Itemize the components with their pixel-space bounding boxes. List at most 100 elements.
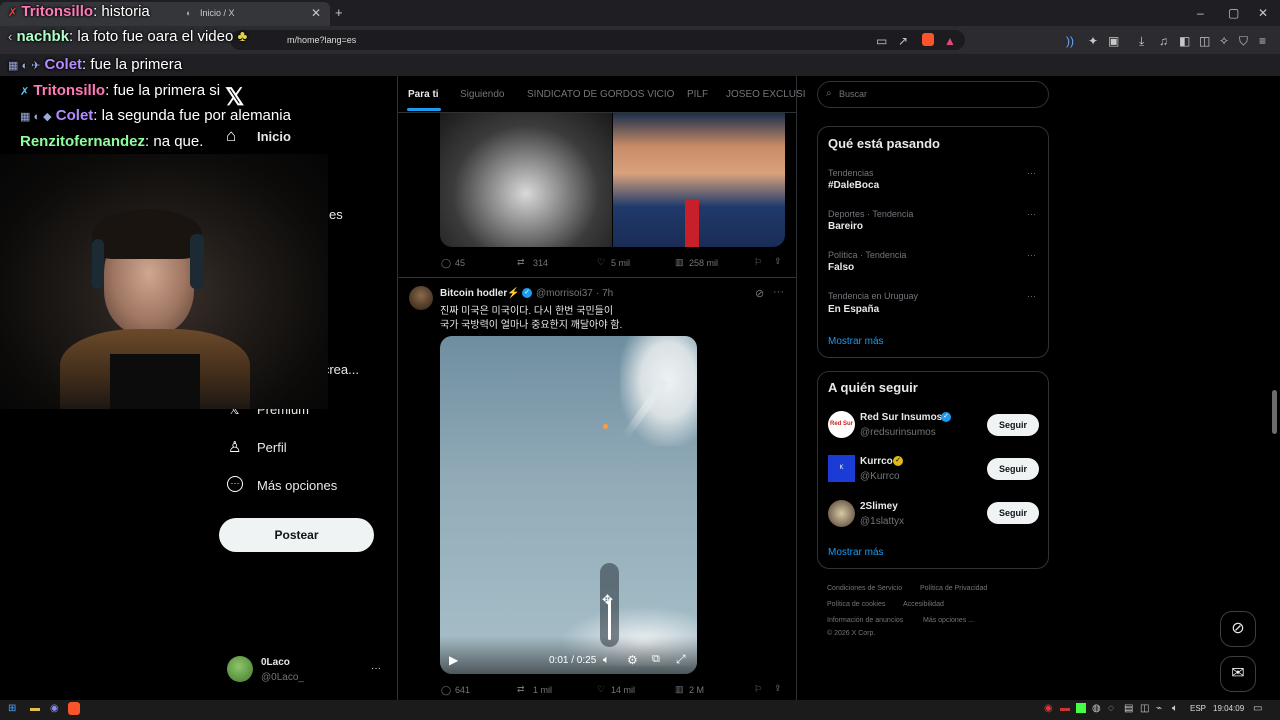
tweet-video[interactable]: [440, 336, 697, 674]
discord-icon[interactable]: ◉: [50, 703, 59, 714]
trend-name[interactable]: En España: [828, 304, 879, 315]
new-tab-button[interactable]: +: [335, 6, 343, 20]
trends-show-more[interactable]: Mostrar más: [828, 336, 884, 347]
fullscreen-icon[interactable]: ⤢: [676, 652, 686, 667]
tab-pilf[interactable]: PILF: [687, 89, 708, 100]
follow-name[interactable]: Red Sur Insumos: [860, 412, 942, 423]
tweet-handle[interactable]: @morrisoi37: [536, 288, 593, 299]
rewards-icon[interactable]: ▲: [944, 34, 956, 48]
pip-icon[interactable]: ⧉: [652, 653, 660, 666]
tweet-author-avatar[interactable]: [409, 286, 433, 310]
tray-icon[interactable]: ◌: [1108, 703, 1114, 714]
maximize-icon[interactable]: ▢: [1228, 6, 1239, 20]
clock[interactable]: 19:04:09: [1213, 704, 1244, 713]
footer-link[interactable]: Condiciones de Servicio: [827, 585, 902, 592]
share-tweet-icon[interactable]: ⇪: [774, 683, 782, 694]
minimize-icon[interactable]: –: [1197, 6, 1204, 20]
views-icon[interactable]: ▥: [675, 257, 684, 268]
settings-icon[interactable]: ⚙: [627, 653, 638, 667]
follow-avatar[interactable]: K: [828, 455, 855, 482]
tray-icon[interactable]: ▬: [1060, 703, 1070, 714]
play-icon[interactable]: ▶: [449, 653, 458, 667]
follow-avatar[interactable]: Red Sur: [828, 411, 855, 438]
input-language[interactable]: ESP: [1190, 704, 1206, 713]
tweet-more-icon[interactable]: ···: [773, 286, 784, 298]
footer-link[interactable]: Más opciones ...: [923, 617, 974, 624]
trend-name[interactable]: Bareiro: [828, 221, 863, 232]
start-icon[interactable]: ⊞: [8, 703, 16, 714]
messages-button-icon[interactable]: ✉: [1220, 656, 1256, 692]
home-icon[interactable]: ⌂: [226, 126, 236, 146]
leo-icon[interactable]: ✧: [1219, 34, 1229, 48]
like-icon[interactable]: ♡: [597, 257, 605, 268]
download-icon[interactable]: ⤓: [1139, 34, 1144, 48]
repost-icon[interactable]: ⇄: [517, 257, 525, 268]
cast-icon[interactable]: ▭: [876, 34, 887, 48]
more-options-icon[interactable]: ···: [227, 476, 243, 492]
follow-name[interactable]: Kurrco: [860, 456, 893, 467]
account-name[interactable]: 0Laco: [261, 657, 290, 668]
volume-tray-icon[interactable]: 🔈︎: [1172, 703, 1178, 714]
follow-button[interactable]: Seguir: [987, 458, 1039, 480]
tray-icon[interactable]: ▤: [1124, 703, 1133, 714]
bookmark-icon[interactable]: ⚐: [754, 684, 762, 695]
nav-more[interactable]: Más opciones: [257, 478, 337, 493]
tweet-image-right[interactable]: [613, 113, 785, 247]
url-text[interactable]: m/home?lang=es: [287, 35, 356, 45]
follow-show-more[interactable]: Mostrar más: [828, 547, 884, 558]
follow-button[interactable]: Seguir: [987, 502, 1039, 524]
reply-icon[interactable]: ◯: [441, 258, 451, 269]
footer-link[interactable]: Información de anuncios: [827, 617, 903, 624]
tweet-time[interactable]: · 7h: [596, 288, 613, 299]
follow-avatar[interactable]: [828, 500, 855, 527]
tab-para-ti[interactable]: Para ti: [408, 89, 439, 100]
vpn-icon[interactable]: ⛉: [1239, 34, 1248, 48]
tab-sindicato[interactable]: SINDICATO DE GORDOS VICIO: [527, 89, 674, 100]
footer-link[interactable]: Accesibilidad: [903, 601, 944, 608]
tray-icon[interactable]: ⌁: [1156, 703, 1162, 714]
sidebar-icon[interactable]: ◧: [1179, 34, 1190, 48]
tray-icon[interactable]: ◉: [1044, 703, 1053, 714]
footer-link[interactable]: Política de Privacidad: [920, 585, 987, 592]
wallet-icon[interactable]: ▣: [1108, 34, 1119, 48]
share-tweet-icon[interactable]: ⇪: [774, 256, 782, 267]
close-tab-icon[interactable]: ✕: [311, 6, 321, 20]
trend-name[interactable]: Falso: [828, 262, 854, 273]
tab-siguiendo[interactable]: Siguiendo: [460, 89, 504, 100]
menu-icon[interactable]: ≡: [1259, 34, 1266, 48]
trend-name[interactable]: #DaleBoca: [828, 180, 879, 191]
search-placeholder[interactable]: Buscar: [839, 89, 867, 99]
volume-icon[interactable]: 🔈︎: [603, 654, 610, 667]
wallet2-icon[interactable]: ◫: [1199, 34, 1210, 48]
trend-more-icon[interactable]: ···: [1027, 168, 1036, 178]
reply-icon[interactable]: ◯: [441, 685, 451, 696]
views-icon[interactable]: ▥: [675, 684, 684, 695]
audio-playing-icon[interactable]: )): [1066, 34, 1074, 48]
profile-icon[interactable]: ♙: [228, 438, 241, 456]
like-icon[interactable]: ♡: [597, 684, 605, 695]
back-arrow-icon[interactable]: ‹: [8, 29, 12, 44]
avatar[interactable]: [227, 656, 253, 682]
trend-more-icon[interactable]: ···: [1027, 250, 1036, 260]
grok-button-icon[interactable]: ⊘: [1220, 611, 1256, 647]
nav-home[interactable]: Inicio: [257, 129, 291, 144]
grok-icon[interactable]: ⊘: [755, 287, 764, 300]
trend-more-icon[interactable]: ···: [1027, 209, 1036, 219]
tray-icon[interactable]: ◫: [1140, 703, 1149, 714]
share-icon[interactable]: ↗: [898, 34, 908, 48]
tray-icon[interactable]: ◍: [1092, 703, 1101, 714]
brave-shield-icon[interactable]: [922, 33, 934, 46]
follow-name[interactable]: 2Slimey: [860, 501, 898, 512]
bookmark-icon[interactable]: ⚐: [754, 257, 762, 268]
notifications-icon[interactable]: ▭: [1253, 703, 1262, 714]
nav-profile[interactable]: Perfil: [257, 440, 287, 455]
tray-icon[interactable]: [1076, 703, 1086, 713]
extensions-icon[interactable]: ✦: [1088, 34, 1098, 48]
footer-link[interactable]: Política de cookies: [827, 601, 885, 608]
page-scrollbar[interactable]: [1272, 390, 1277, 434]
account-menu-icon[interactable]: ···: [371, 663, 381, 674]
tab-joseo[interactable]: JOSEO EXCLUSI: [726, 89, 805, 100]
audio-icon[interactable]: ◐: [186, 8, 191, 18]
nav-partial-label[interactable]: es: [329, 207, 343, 222]
follow-button[interactable]: Seguir: [987, 414, 1039, 436]
